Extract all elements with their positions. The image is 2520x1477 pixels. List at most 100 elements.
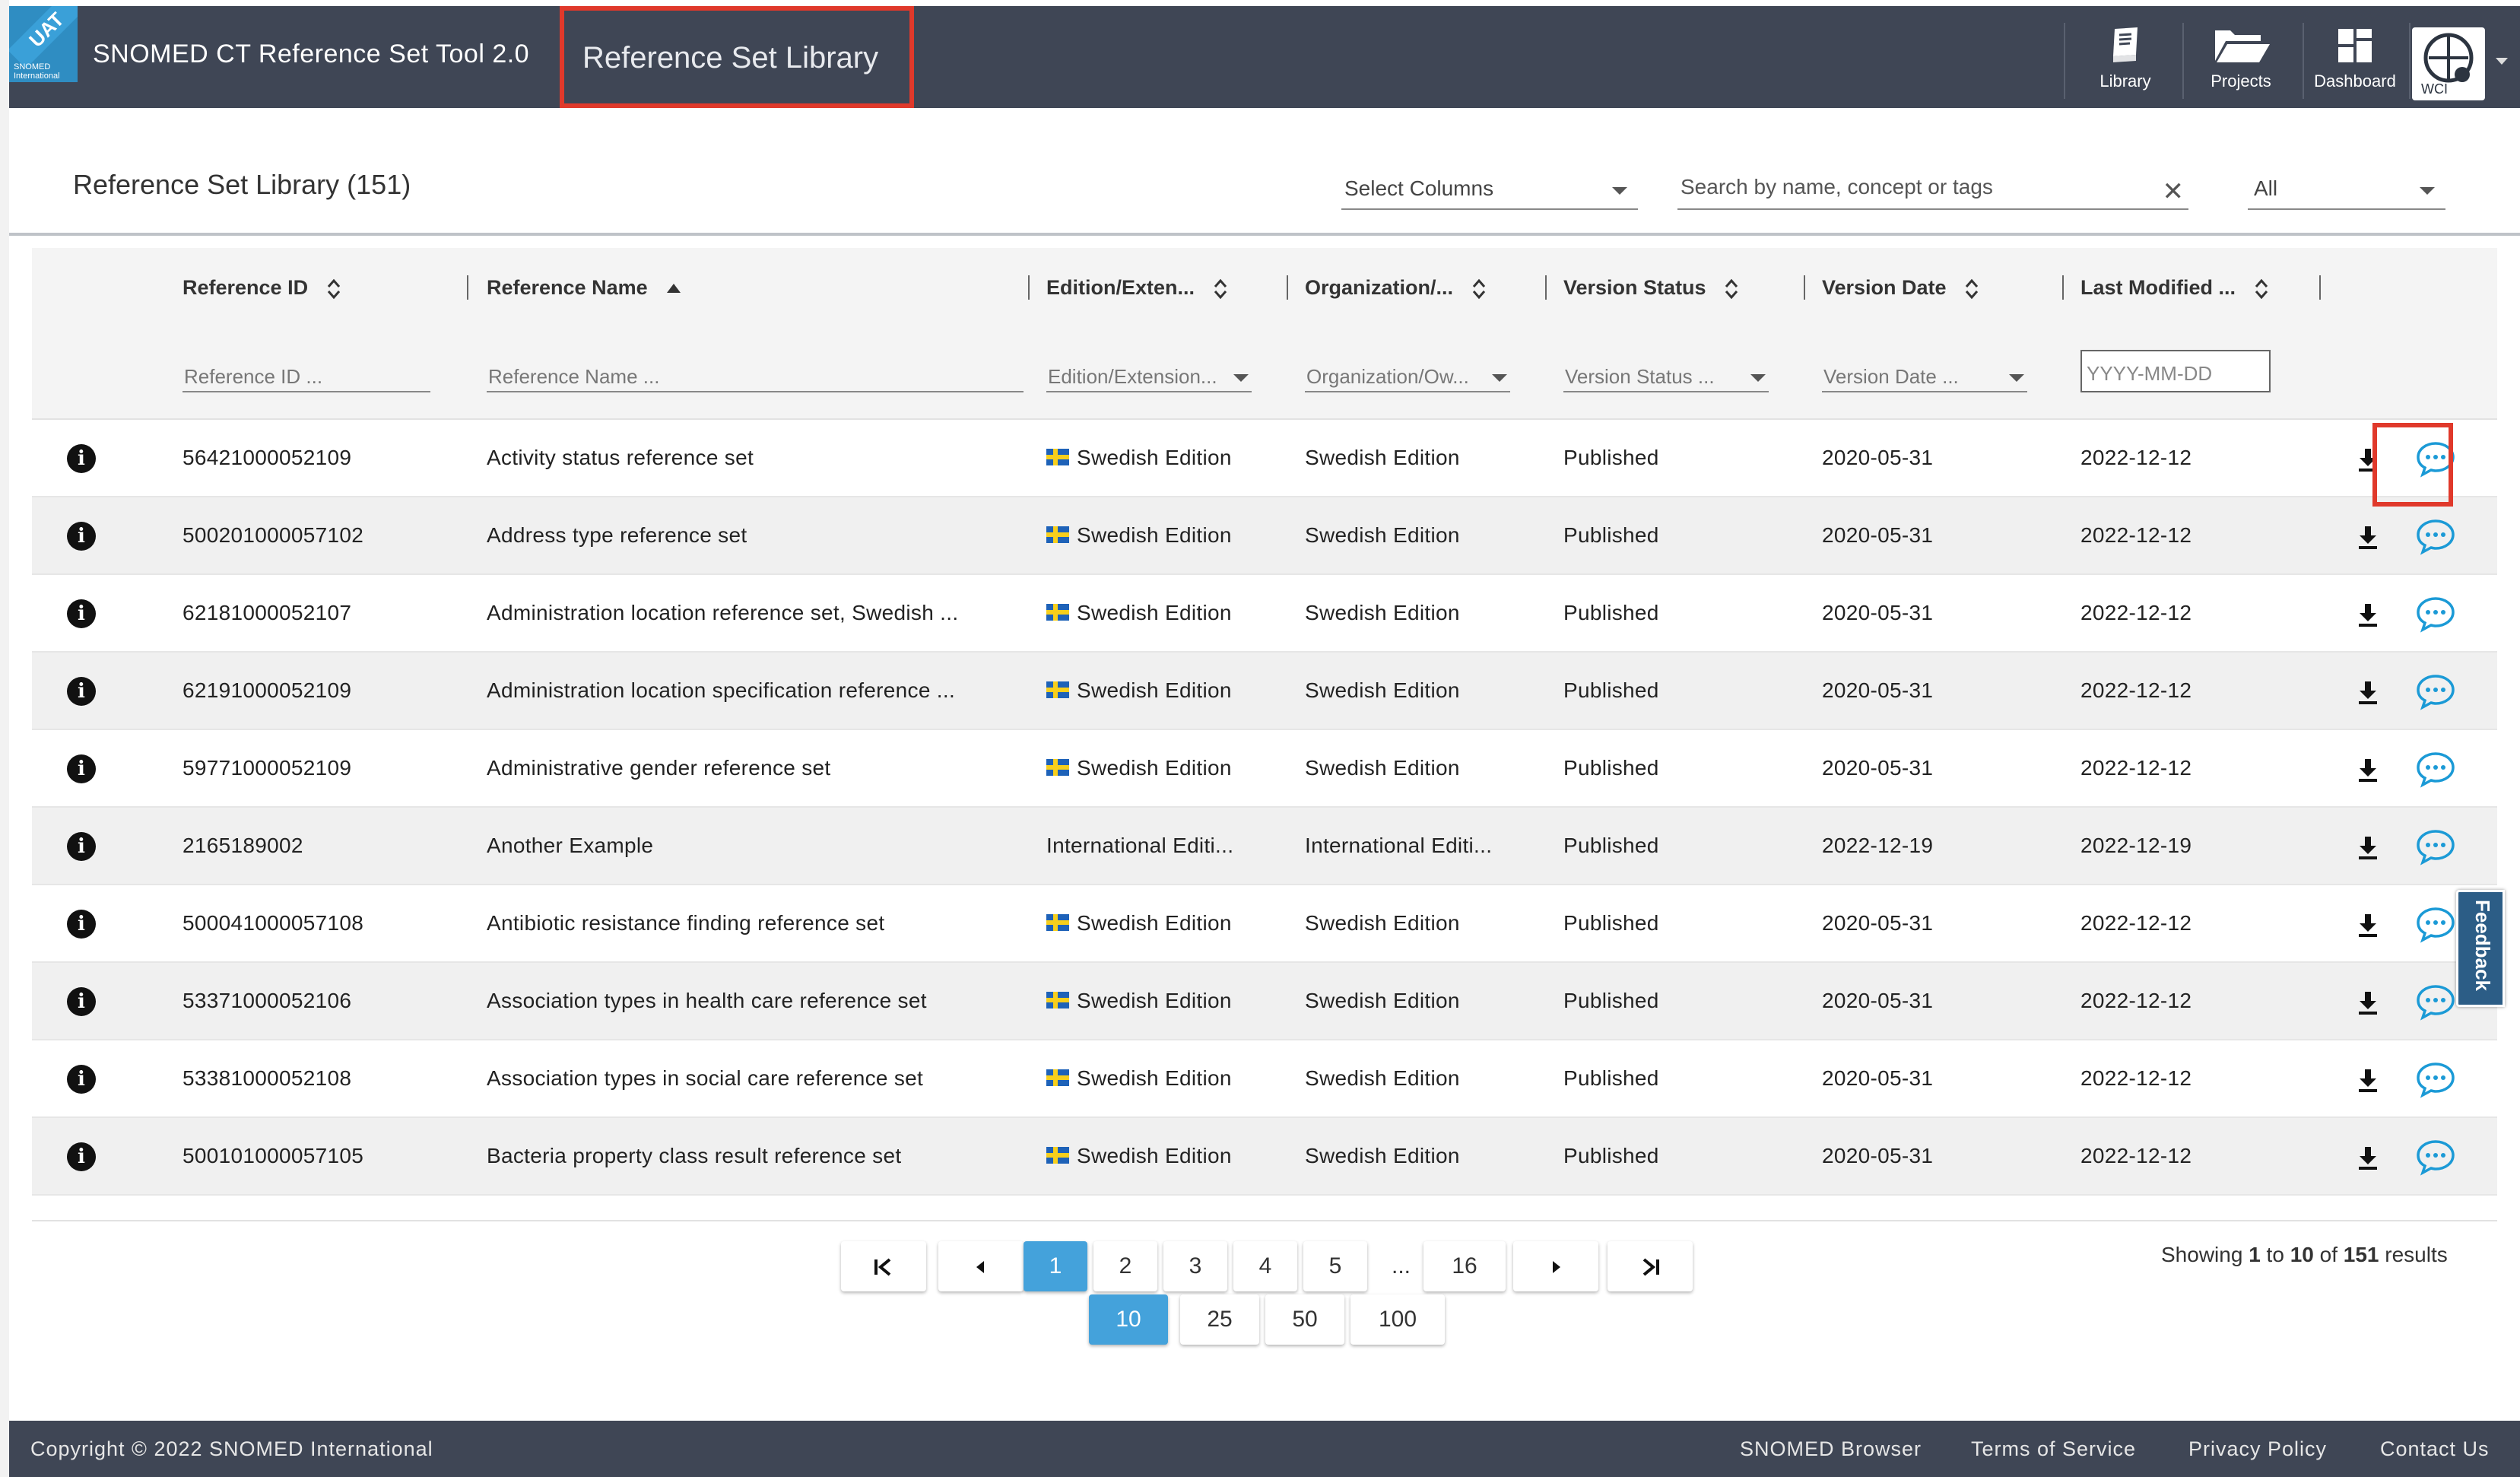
user-avatar[interactable]: WCI bbox=[2412, 27, 2485, 100]
column-separator[interactable] bbox=[467, 275, 468, 300]
page-size-100-button[interactable]: 100 bbox=[1350, 1294, 1445, 1345]
column-header-reference-id[interactable]: Reference ID bbox=[182, 248, 341, 327]
cell-version-date: 2020-05-31 bbox=[1822, 756, 1934, 780]
footer-link-snomed-browser[interactable]: SNOMED Browser bbox=[1740, 1437, 1922, 1461]
page-1-button[interactable]: 1 bbox=[1024, 1241, 1087, 1291]
comment-icon[interactable] bbox=[2415, 983, 2456, 1021]
comment-icon[interactable] bbox=[2415, 595, 2456, 633]
footer-link-terms[interactable]: Terms of Service bbox=[1971, 1437, 2136, 1461]
download-icon[interactable] bbox=[2354, 911, 2382, 939]
info-icon[interactable]: i bbox=[67, 1065, 96, 1094]
comment-icon[interactable] bbox=[2415, 517, 2456, 555]
nav-dashboard-button[interactable]: Dashboard bbox=[2306, 24, 2404, 100]
download-icon[interactable] bbox=[2354, 756, 2382, 783]
download-icon[interactable] bbox=[2354, 601, 2382, 628]
scope-filter-dropdown[interactable]: All bbox=[2248, 172, 2445, 210]
comment-icon[interactable] bbox=[2415, 827, 2456, 866]
select-columns-label: Select Columns bbox=[1344, 176, 1494, 200]
column-separator[interactable] bbox=[1545, 275, 1547, 300]
page-size-50-button[interactable]: 50 bbox=[1265, 1294, 1344, 1345]
download-icon[interactable] bbox=[2354, 678, 2382, 706]
column-header-version-date[interactable]: Version Date bbox=[1822, 248, 1979, 327]
page-size-25-button[interactable]: 25 bbox=[1180, 1294, 1259, 1345]
nav-projects-button[interactable]: Projects bbox=[2192, 24, 2290, 100]
column-separator[interactable] bbox=[1028, 275, 1030, 300]
table-row[interactable]: i 500041000057108 Antibiotic resistance fi… bbox=[32, 885, 2497, 963]
column-separator[interactable] bbox=[1287, 275, 1288, 300]
last-page-button[interactable] bbox=[1608, 1241, 1693, 1291]
select-columns-dropdown[interactable]: Select Columns bbox=[1341, 172, 1638, 210]
comment-icon[interactable] bbox=[2415, 905, 2456, 943]
cell-last-modified: 2022-12-12 bbox=[2080, 601, 2192, 624]
info-icon[interactable]: i bbox=[67, 522, 96, 551]
page-2-button[interactable]: 2 bbox=[1093, 1241, 1157, 1291]
column-header-version-status[interactable]: Version Status bbox=[1563, 248, 1739, 327]
info-icon[interactable]: i bbox=[67, 754, 96, 783]
feedback-tab[interactable]: Feedback bbox=[2456, 890, 2505, 1007]
page-3-button[interactable]: 3 bbox=[1163, 1241, 1227, 1291]
table-row[interactable]: i 53371000052106 Association types in heal… bbox=[32, 963, 2497, 1040]
info-icon[interactable]: i bbox=[67, 444, 96, 473]
clear-search-icon[interactable]: ✕ bbox=[2163, 176, 2185, 207]
info-icon[interactable]: i bbox=[67, 599, 96, 628]
previous-page-button[interactable] bbox=[938, 1241, 1024, 1291]
table-row[interactable]: i 500201000057102 Address type reference s… bbox=[32, 497, 2497, 575]
nav-projects-label: Projects bbox=[2211, 71, 2271, 91]
first-page-button[interactable] bbox=[841, 1241, 926, 1291]
column-header-last-modified[interactable]: Last Modified ... bbox=[2080, 248, 2269, 327]
filter-reference-name[interactable]: Reference Name ... bbox=[487, 361, 1024, 392]
next-page-button[interactable] bbox=[1513, 1241, 1598, 1291]
table-row[interactable]: i 500101000057105 Bacteria property class … bbox=[32, 1118, 2497, 1196]
filter-version-status-dropdown[interactable]: Version Status ... bbox=[1563, 361, 1769, 392]
page-4-button[interactable]: 4 bbox=[1233, 1241, 1297, 1291]
download-icon[interactable] bbox=[2354, 1066, 2382, 1094]
snomed-logo[interactable]: UAT SNOMED International bbox=[9, 6, 78, 82]
footer-link-privacy[interactable]: Privacy Policy bbox=[2188, 1437, 2327, 1461]
cell-edition: Swedish Edition bbox=[1046, 653, 1274, 729]
filter-last-modified-date[interactable]: YYYY-MM-DD bbox=[2080, 350, 2271, 392]
column-header-organization[interactable]: Organization/... bbox=[1305, 248, 1487, 327]
download-icon[interactable] bbox=[2354, 1144, 2382, 1171]
cell-version-status: Published bbox=[1563, 1144, 1659, 1167]
cell-last-modified: 2022-12-12 bbox=[2080, 523, 2192, 547]
filter-reference-id[interactable]: Reference ID ... bbox=[182, 361, 430, 392]
info-icon[interactable]: i bbox=[67, 677, 96, 706]
download-icon[interactable] bbox=[2354, 989, 2382, 1016]
app-title[interactable]: SNOMED CT Reference Set Tool 2.0 bbox=[93, 40, 529, 69]
nav-library-button[interactable]: Library bbox=[2076, 24, 2175, 100]
column-separator[interactable] bbox=[2062, 275, 2064, 300]
column-header-reference-name[interactable]: Reference Name bbox=[487, 248, 682, 327]
column-header-edition[interactable]: Edition/Exten... bbox=[1046, 248, 1228, 327]
nav-divider bbox=[2303, 23, 2304, 99]
page-16-button[interactable]: 16 bbox=[1423, 1241, 1506, 1291]
table-row[interactable]: i 59771000052109 Administrative gender ref… bbox=[32, 730, 2497, 808]
table-row[interactable]: i 62181000052107 Administration location r… bbox=[32, 575, 2497, 653]
table-row[interactable]: i 2165189002 Another Example International … bbox=[32, 808, 2497, 885]
column-separator[interactable] bbox=[1804, 275, 1805, 300]
download-icon[interactable] bbox=[2354, 523, 2382, 551]
search-field[interactable]: ✕ bbox=[1677, 172, 2188, 210]
info-icon[interactable]: i bbox=[67, 987, 96, 1016]
footer-link-contact[interactable]: Contact Us bbox=[2380, 1437, 2490, 1461]
info-icon[interactable]: i bbox=[67, 910, 96, 939]
filter-edition-dropdown[interactable]: Edition/Extension... bbox=[1046, 361, 1252, 392]
column-separator[interactable] bbox=[2319, 275, 2321, 300]
info-icon[interactable]: i bbox=[67, 1142, 96, 1171]
table-row[interactable]: i 56421000052109 Activity status reference… bbox=[32, 420, 2497, 497]
table-row[interactable]: i 62191000052109 Administration location s… bbox=[32, 653, 2497, 730]
page-5-button[interactable]: 5 bbox=[1303, 1241, 1367, 1291]
cell-edition: Swedish Edition bbox=[1046, 420, 1274, 496]
download-icon[interactable] bbox=[2354, 834, 2382, 861]
table-row[interactable]: i 53381000052108 Association types in soci… bbox=[32, 1040, 2497, 1118]
search-input[interactable] bbox=[1681, 175, 2137, 199]
cell-version-date: 2020-05-31 bbox=[1822, 989, 1934, 1012]
info-icon[interactable]: i bbox=[67, 832, 96, 861]
user-menu-caret[interactable] bbox=[2496, 58, 2508, 65]
comment-icon[interactable] bbox=[2415, 1138, 2456, 1176]
comment-icon[interactable] bbox=[2415, 1060, 2456, 1098]
comment-icon[interactable] bbox=[2415, 750, 2456, 788]
page-size-10-button[interactable]: 10 bbox=[1089, 1294, 1168, 1345]
comment-icon[interactable] bbox=[2415, 672, 2456, 710]
filter-version-date-dropdown[interactable]: Version Date ... bbox=[1822, 361, 2027, 392]
filter-organization-dropdown[interactable]: Organization/Ow... bbox=[1305, 361, 1510, 392]
